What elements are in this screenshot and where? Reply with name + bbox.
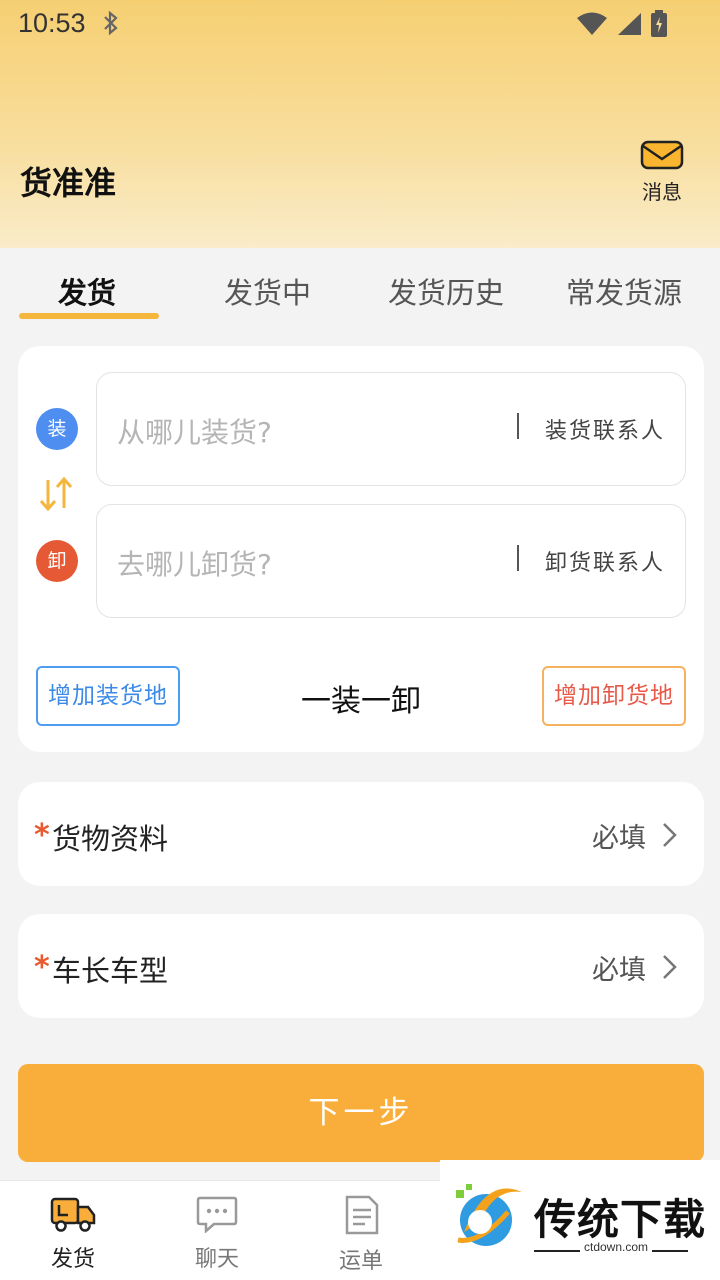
vehicle-type-label: 车长车型 <box>52 954 169 988</box>
truck-icon <box>50 1197 96 1237</box>
message-button[interactable]: 消息 <box>636 140 688 205</box>
unload-address-placeholder: 去哪儿卸货? <box>117 548 272 581</box>
unload-address-field[interactable]: 去哪儿卸货? 卸货联系人 <box>96 504 686 618</box>
watermark-text: 传统下载 <box>534 1195 707 1244</box>
watermark: 传统下载 ctdown.com <box>440 1160 720 1280</box>
load-address-placeholder: 从哪儿装货? <box>117 416 272 449</box>
vehicle-type-value: 必填 <box>592 955 646 986</box>
watermark-url: ctdown.com <box>580 1240 653 1254</box>
cargo-info-label: 货物资料 <box>52 822 169 856</box>
required-mark: * <box>34 950 50 985</box>
nav-label-chat: 聊天 <box>194 1247 239 1272</box>
add-unload-location-button[interactable]: 增加卸货地 <box>542 666 686 726</box>
active-tab-indicator <box>19 313 159 319</box>
nav-item-ship[interactable]: 发货 <box>23 1195 123 1273</box>
divider <box>517 413 519 439</box>
header: 10:53 货准准 消息 <box>0 0 720 248</box>
unload-contact-button[interactable]: 卸货联系人 <box>545 545 665 577</box>
load-address-field[interactable]: 从哪儿装货? 装货联系人 <box>96 372 686 486</box>
chevron-right-icon <box>662 954 678 984</box>
tab-bar: 发货 发货中 发货历史 常发货源 <box>0 260 720 324</box>
tab-history[interactable]: 发货历史 <box>388 270 504 312</box>
cargo-info-value: 必填 <box>592 823 646 854</box>
message-label: 消息 <box>642 180 682 204</box>
load-badge: 装 <box>36 408 78 450</box>
vehicle-type-row[interactable]: * 车长车型 必填 <box>18 914 704 1018</box>
watermark-logo-icon <box>450 1182 526 1258</box>
cargo-info-row[interactable]: * 货物资料 必填 <box>18 782 704 886</box>
load-contact-button[interactable]: 装货联系人 <box>545 413 665 445</box>
nav-item-chat[interactable]: 聊天 <box>167 1195 267 1273</box>
unload-badge: 卸 <box>36 540 78 582</box>
status-time: 10:53 <box>18 8 86 38</box>
app-title: 货准准 <box>20 164 117 202</box>
tab-shipping[interactable]: 发货中 <box>224 270 311 312</box>
signal-icon <box>616 11 642 41</box>
required-mark: * <box>34 818 50 853</box>
chat-icon <box>196 1196 238 1237</box>
swap-icon[interactable] <box>38 474 74 518</box>
status-icons <box>576 10 668 42</box>
add-load-location-button[interactable]: 增加装货地 <box>36 666 180 726</box>
wifi-icon <box>576 11 608 41</box>
tab-frequent[interactable]: 常发货源 <box>566 270 682 312</box>
document-icon <box>343 1195 379 1239</box>
envelope-icon <box>640 140 684 174</box>
nav-label-orders: 运单 <box>338 1249 383 1274</box>
nav-label-ship: 发货 <box>50 1247 95 1272</box>
divider <box>517 545 519 571</box>
nav-item-orders[interactable]: 运单 <box>311 1195 411 1275</box>
chevron-right-icon <box>662 822 678 852</box>
next-step-button[interactable]: 下一步 <box>18 1064 704 1162</box>
battery-icon <box>650 10 668 42</box>
tab-ship[interactable]: 发货 <box>58 270 116 312</box>
bluetooth-icon <box>102 10 120 42</box>
address-card: 装 卸 从哪儿装货? 装货联系人 去哪儿卸货? 卸货联系人 一装一卸 增加装货地… <box>18 346 704 752</box>
